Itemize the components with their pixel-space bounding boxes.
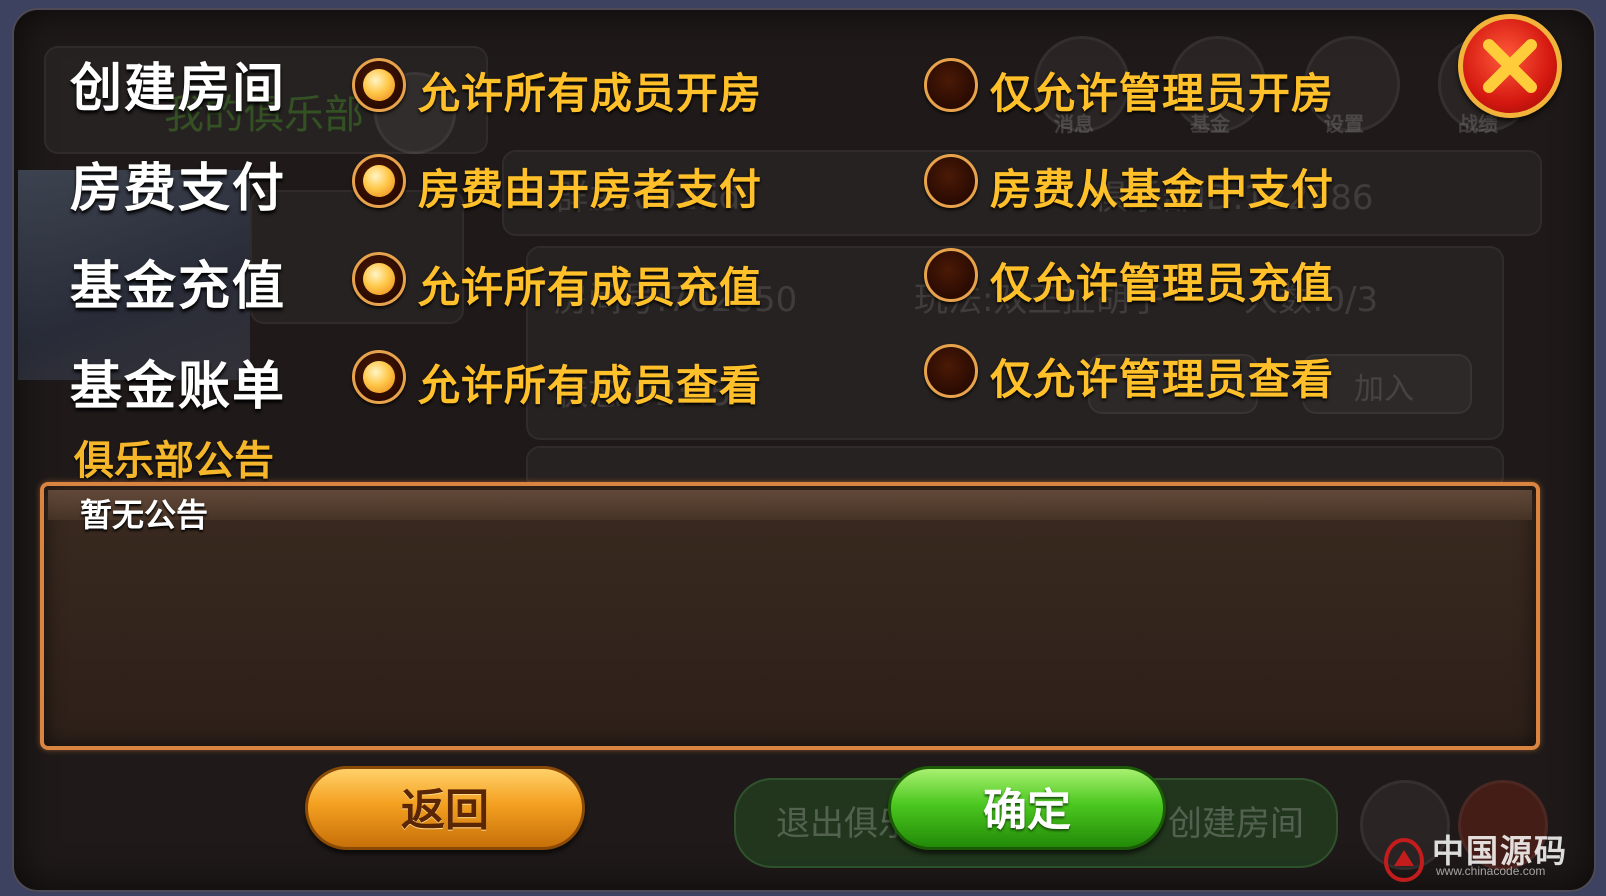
create-room-all-text[interactable]: 允许所有成员开房	[418, 60, 762, 121]
fund-recharge-label: 基金充值	[70, 257, 287, 317]
club-notice-textarea[interactable]: 暂无公告	[40, 482, 1540, 750]
create-room-admin-radio[interactable]	[924, 58, 978, 112]
fund-recharge-all-radio[interactable]	[352, 252, 406, 306]
create-room-admin-text[interactable]: 仅允许管理员开房	[990, 60, 1334, 121]
watermark-logo-icon	[1383, 837, 1425, 883]
fund-recharge-admin-radio[interactable]	[924, 248, 978, 302]
notice-highlight-bar	[48, 490, 1532, 520]
bg-create-room: 创建房间	[1168, 804, 1304, 844]
fund-bill-all-text[interactable]: 允许所有成员查看	[418, 352, 762, 413]
fund-bill-all-radio[interactable]	[352, 350, 406, 404]
room-fee-creator-text[interactable]: 房费由开房者支付	[418, 156, 762, 217]
fund-recharge-all-text[interactable]: 允许所有成员充值	[418, 254, 762, 315]
fund-recharge-admin-text[interactable]: 仅允许管理员充值	[990, 250, 1334, 311]
create-room-label: 创建房间	[70, 59, 287, 119]
close-button[interactable]	[1458, 14, 1562, 118]
club-notice-content: 暂无公告	[80, 496, 209, 534]
room-fee-label: 房费支付	[70, 159, 287, 219]
back-button[interactable]: 返回	[305, 766, 585, 850]
confirm-button[interactable]: 确定	[888, 766, 1166, 850]
watermark-url: www.chinacode.com	[1436, 864, 1546, 878]
fund-bill-admin-radio[interactable]	[924, 344, 978, 398]
room-fee-fund-radio[interactable]	[924, 154, 978, 208]
fund-bill-admin-text[interactable]: 仅允许管理员查看	[990, 346, 1334, 407]
create-room-all-radio[interactable]	[352, 58, 406, 112]
room-fee-creator-radio[interactable]	[352, 154, 406, 208]
bg-join-label: 加入	[1354, 372, 1414, 407]
club-notice-title: 俱乐部公告	[74, 438, 274, 484]
close-icon	[1483, 39, 1537, 93]
watermark: 中国源码 www.chinacode.com	[1380, 822, 1600, 892]
room-fee-fund-text[interactable]: 房费从基金中支付	[990, 156, 1334, 217]
fund-bill-label: 基金账单	[70, 357, 287, 417]
